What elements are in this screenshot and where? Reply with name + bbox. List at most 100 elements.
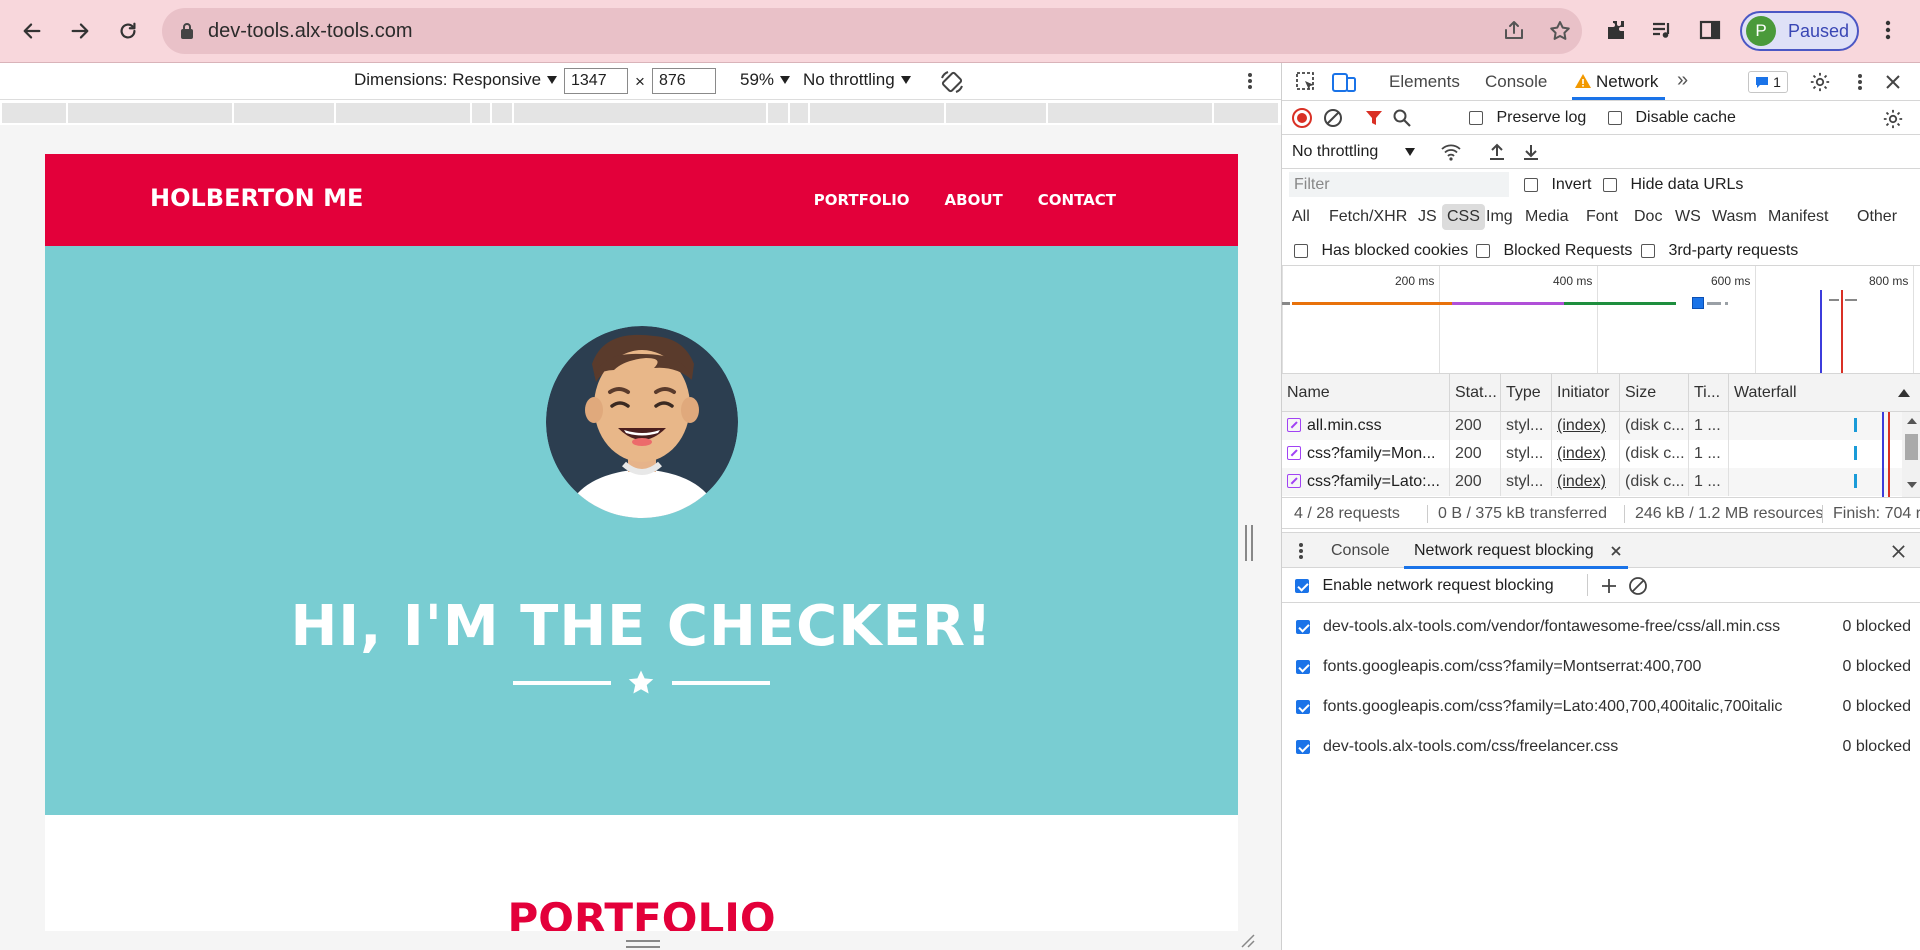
column-time[interactable]: Ti... <box>1689 374 1729 412</box>
type-filter-other[interactable]: Other <box>1852 204 1902 230</box>
request-name-cell[interactable]: css?family=Lato:... <box>1282 468 1450 496</box>
type-filter-js[interactable]: JS <box>1413 204 1442 230</box>
media-query-bar[interactable] <box>0 101 1281 125</box>
zoom-select[interactable]: 59% <box>740 70 791 90</box>
upload-har-icon[interactable] <box>1487 142 1507 162</box>
media-control-icon[interactable] <box>1646 14 1678 46</box>
search-icon[interactable] <box>1392 108 1412 128</box>
type-filter-manifest[interactable]: Manifest <box>1763 204 1833 230</box>
column-status[interactable]: Stat... <box>1450 374 1501 412</box>
download-har-icon[interactable] <box>1521 142 1541 162</box>
share-icon[interactable] <box>1502 19 1526 43</box>
pattern-url[interactable]: dev-tools.alx-tools.com/vendor/fontaweso… <box>1323 618 1780 636</box>
tab-elements[interactable]: Elements <box>1389 63 1460 100</box>
has-blocked-cookies-checkbox[interactable] <box>1294 243 1308 258</box>
type-filter-wasm[interactable]: Wasm <box>1707 204 1762 230</box>
reload-button[interactable] <box>109 12 147 50</box>
type-filter-img[interactable]: Img <box>1481 204 1518 230</box>
preserve-log-checkbox[interactable] <box>1469 110 1483 125</box>
nav-link-about[interactable]: ABOUT <box>945 191 1003 209</box>
initiator-link[interactable]: (index) <box>1552 440 1620 468</box>
clear-icon[interactable] <box>1323 108 1343 128</box>
extensions-icon[interactable] <box>1600 14 1632 46</box>
resize-handle-bottom[interactable] <box>626 940 660 948</box>
third-party-checkbox[interactable] <box>1641 243 1655 258</box>
back-button[interactable] <box>13 12 51 50</box>
blocking-pattern-row[interactable]: dev-tools.alx-tools.com/vendor/fontaweso… <box>1282 607 1920 647</box>
device-toggle-icon[interactable] <box>1332 71 1356 93</box>
lock-icon[interactable] <box>180 22 194 40</box>
tab-network[interactable]: Network <box>1572 63 1665 100</box>
network-conditions-icon[interactable] <box>1440 142 1462 162</box>
blocked-requests-checkbox[interactable] <box>1476 243 1490 258</box>
issues-badge[interactable]: 1 <box>1748 71 1788 93</box>
preserve-log-toggle[interactable]: Preserve log <box>1469 109 1586 127</box>
scroll-thumb[interactable] <box>1905 434 1918 460</box>
network-throttling-select[interactable]: No throttling <box>1292 143 1415 161</box>
column-size[interactable]: Size <box>1620 374 1689 412</box>
throttling-select[interactable]: No throttling <box>803 70 911 90</box>
filter-funnel-icon[interactable] <box>1364 108 1384 128</box>
type-filter-doc[interactable]: Doc <box>1629 204 1667 230</box>
device-more-options[interactable] <box>1240 71 1260 96</box>
close-tab-icon[interactable] <box>1610 545 1622 557</box>
request-name-cell[interactable]: css?family=Mon... <box>1282 440 1450 468</box>
resize-handle-right[interactable] <box>1245 525 1253 561</box>
url-text[interactable]: dev-tools.alx-tools.com <box>208 20 413 43</box>
type-filter-ws[interactable]: WS <box>1670 204 1706 230</box>
browser-menu-icon[interactable] <box>1872 14 1904 46</box>
table-scrollbar[interactable] <box>1902 412 1920 497</box>
disable-cache-toggle[interactable]: Disable cache <box>1608 109 1736 127</box>
side-panel-icon[interactable] <box>1694 14 1726 46</box>
column-type[interactable]: Type <box>1501 374 1552 412</box>
column-initiator[interactable]: Initiator <box>1552 374 1620 412</box>
pattern-checkbox[interactable] <box>1296 660 1310 674</box>
initiator-link[interactable]: (index) <box>1552 468 1620 496</box>
address-bar[interactable]: dev-tools.alx-tools.com <box>162 8 1582 54</box>
table-row[interactable]: css?family=Mon... 200 styl... (index) (d… <box>1282 440 1902 468</box>
invert-toggle[interactable]: Invert <box>1524 176 1591 194</box>
more-vert-icon[interactable] <box>1850 72 1870 92</box>
close-drawer-icon[interactable] <box>1891 544 1906 559</box>
pattern-url[interactable]: fonts.googleapis.com/css?family=Lato:400… <box>1323 698 1782 716</box>
profile-button[interactable]: P Paused <box>1740 11 1859 51</box>
tab-console[interactable]: Console <box>1485 63 1547 100</box>
timeline-overview[interactable]: 200 ms 400 ms 600 ms 800 ms <box>1282 266 1920 374</box>
inspect-element-icon[interactable] <box>1295 71 1317 93</box>
blocking-pattern-row[interactable]: fonts.googleapis.com/css?family=Montserr… <box>1282 647 1920 687</box>
enable-blocking-toggle[interactable]: Enable network request blocking <box>1295 577 1554 595</box>
initiator-link[interactable]: (index) <box>1552 412 1620 440</box>
add-pattern-icon[interactable] <box>1599 576 1619 596</box>
type-filter-all[interactable]: All <box>1287 204 1315 230</box>
forward-button[interactable] <box>61 12 99 50</box>
has-blocked-cookies-toggle[interactable]: Has blocked cookies <box>1294 242 1468 260</box>
enable-blocking-checkbox[interactable] <box>1295 578 1309 593</box>
remove-all-patterns-icon[interactable] <box>1628 576 1648 596</box>
pattern-checkbox[interactable] <box>1296 700 1310 714</box>
request-name-cell[interactable]: all.min.css <box>1282 412 1450 440</box>
scroll-down-icon[interactable] <box>1907 482 1917 488</box>
pattern-url[interactable]: fonts.googleapis.com/css?family=Montserr… <box>1323 658 1701 676</box>
invert-checkbox[interactable] <box>1524 177 1538 192</box>
table-row[interactable]: all.min.css 200 styl... (index) (disk c.… <box>1282 412 1902 440</box>
drawer-menu-icon[interactable] <box>1296 541 1306 561</box>
hide-data-urls-toggle[interactable]: Hide data URLs <box>1603 176 1743 194</box>
nav-link-portfolio[interactable]: PORTFOLIO <box>814 191 910 209</box>
site-brand[interactable]: HOLBERTON ME <box>150 184 363 212</box>
column-name[interactable]: Name <box>1282 374 1450 412</box>
pattern-checkbox[interactable] <box>1296 620 1310 634</box>
blocking-pattern-row[interactable]: fonts.googleapis.com/css?family=Lato:400… <box>1282 687 1920 727</box>
disable-cache-checkbox[interactable] <box>1608 110 1622 125</box>
third-party-toggle[interactable]: 3rd-party requests <box>1641 242 1798 260</box>
type-filter-media[interactable]: Media <box>1520 204 1574 230</box>
hide-data-urls-checkbox[interactable] <box>1603 177 1617 192</box>
sort-ascending-icon[interactable] <box>1898 389 1910 397</box>
type-filter-fetch-xhr[interactable]: Fetch/XHR <box>1324 204 1412 230</box>
type-filter-font[interactable]: Font <box>1581 204 1623 230</box>
table-row[interactable]: css?family=Lato:... 200 styl... (index) … <box>1282 468 1902 496</box>
drawer-tab-request-blocking[interactable]: Network request blocking <box>1404 533 1628 569</box>
width-input[interactable]: 1347 <box>564 68 628 94</box>
star-bookmark-icon[interactable] <box>1548 19 1572 43</box>
network-settings-icon[interactable] <box>1882 108 1904 130</box>
dimensions-select[interactable]: Dimensions: Responsive <box>354 70 558 90</box>
